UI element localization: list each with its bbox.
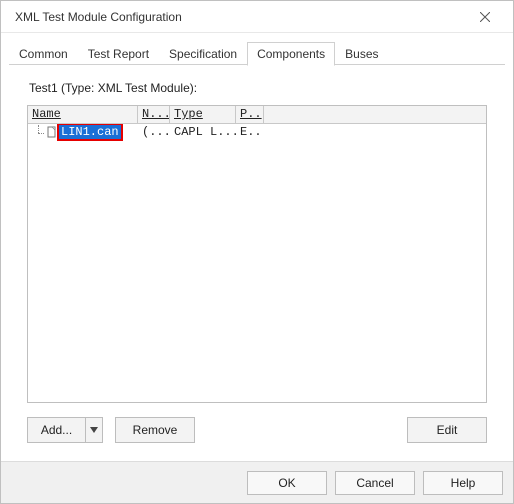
module-type-label: Test1 (Type: XML Test Module): <box>19 77 495 105</box>
add-button[interactable]: Add... <box>27 417 85 443</box>
add-dropdown-button[interactable] <box>85 417 103 443</box>
tab-content: Test1 (Type: XML Test Module): Name N...… <box>1 65 513 461</box>
close-icon <box>480 12 490 22</box>
window-title: XML Test Module Configuration <box>15 10 182 24</box>
column-header-type[interactable]: Type <box>170 106 236 124</box>
cell-p: E.. <box>236 125 264 139</box>
close-button[interactable] <box>467 3 503 31</box>
help-button[interactable]: Help <box>423 471 503 495</box>
tree-cell: LIN1.can <box>28 124 138 141</box>
bottom-button-bar: OK Cancel Help <box>1 461 513 503</box>
grid-header: Name N... Type P.. <box>28 106 486 124</box>
edit-button[interactable]: Edit <box>407 417 487 443</box>
spacer <box>207 417 395 443</box>
column-header-p[interactable]: P.. <box>236 106 264 124</box>
tree-connector-icon <box>34 125 44 139</box>
tab-components[interactable]: Components <box>247 42 335 66</box>
column-header-n[interactable]: N... <box>138 106 170 124</box>
remove-button[interactable]: Remove <box>115 417 195 443</box>
components-grid: Name N... Type P.. <box>27 105 487 403</box>
column-header-name[interactable]: Name <box>28 106 138 124</box>
component-filename[interactable]: LIN1.can <box>59 125 121 139</box>
ok-button[interactable]: OK <box>247 471 327 495</box>
grid-body[interactable]: LIN1.can (... CAPL L... E.. <box>28 124 486 402</box>
cell-n: (... <box>138 125 170 139</box>
add-split-button: Add... <box>27 417 103 443</box>
cancel-button[interactable]: Cancel <box>335 471 415 495</box>
dialog-window: XML Test Module Configuration Common Tes… <box>0 0 514 504</box>
column-header-rest <box>264 106 486 124</box>
action-row: Add... Remove Edit <box>19 403 495 453</box>
titlebar: XML Test Module Configuration <box>1 1 513 33</box>
tab-common[interactable]: Common <box>9 42 78 65</box>
tab-buses[interactable]: Buses <box>335 42 388 65</box>
tab-specification[interactable]: Specification <box>159 42 247 65</box>
tab-test-report[interactable]: Test Report <box>78 42 159 65</box>
tab-bar: Common Test Report Specification Compone… <box>1 33 513 65</box>
selected-item-highlight: LIN1.can <box>57 124 123 141</box>
cell-type: CAPL L... <box>170 125 236 139</box>
chevron-down-icon <box>90 427 98 433</box>
table-row[interactable]: LIN1.can (... CAPL L... E.. <box>28 124 486 140</box>
